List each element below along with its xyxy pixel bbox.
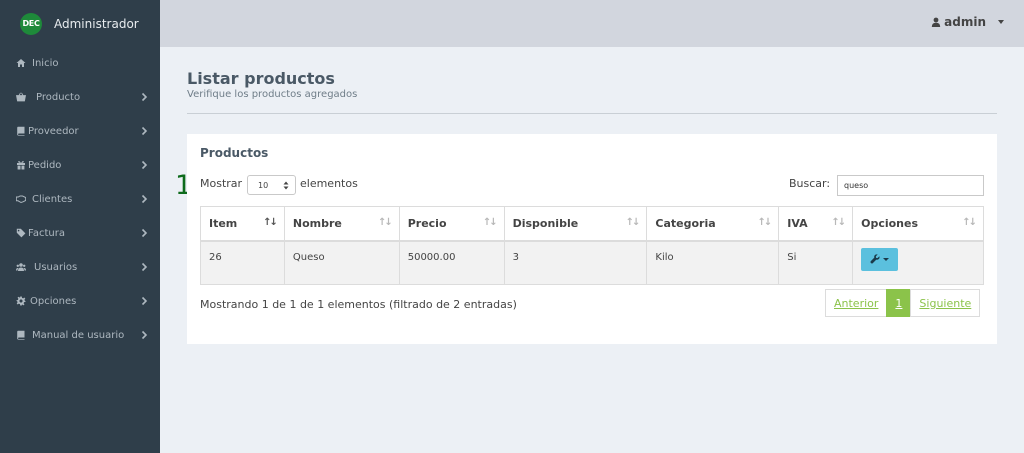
sort-icon: ↑↓ <box>962 217 977 228</box>
cell-iva: Si <box>778 240 854 285</box>
gift-icon <box>14 160 28 170</box>
page-length-select[interactable]: 10 <box>247 175 296 195</box>
products-table: Item ↑↓ Nombre ↑↓ Precio ↑↓ Disponible ↑↓ Ca… <box>200 206 984 285</box>
sidebar-item-proveedor[interactable]: Proveedor <box>0 120 160 142</box>
sidebar-item-factura[interactable]: Factura <box>0 222 160 244</box>
sidebar-item-usuarios[interactable]: Usuarios <box>0 256 160 278</box>
search-label: Buscar: <box>789 177 831 190</box>
sort-icon: ↑↓ <box>377 217 393 228</box>
caret-down-icon <box>998 20 1004 24</box>
book-icon <box>14 330 28 340</box>
sidebar-item-label: Pedido <box>28 159 62 171</box>
sidebar-item-opciones[interactable]: Opciones <box>0 290 160 312</box>
book-icon <box>14 126 28 136</box>
column-header-nombre[interactable]: Nombre ↑↓ <box>283 206 400 242</box>
sort-arrows-icon <box>283 181 289 190</box>
user-name: admin <box>944 15 986 29</box>
chevron-right-icon <box>138 91 150 103</box>
sort-icon: ↑↓ <box>625 217 641 228</box>
chevron-right-icon <box>138 329 150 341</box>
length-label: Mostrar <box>200 177 243 190</box>
sidebar-item-label: Producto <box>36 91 81 103</box>
cell-precio: 50000.00 <box>398 240 505 285</box>
table-info: Mostrando 1 de 1 de 1 elementos (filtrad… <box>200 298 517 311</box>
chevron-right-icon <box>138 125 150 137</box>
page-length-value: 10 <box>258 180 269 190</box>
brand-logo: DEC <box>20 12 42 35</box>
top-navbar: admin <box>160 0 1024 47</box>
chevron-right-icon <box>138 227 150 239</box>
sidebar-item-pedido[interactable]: Pedido <box>0 154 160 176</box>
sidebar-item-label: Opciones <box>30 295 77 307</box>
cell-opciones <box>852 240 984 285</box>
user-icon <box>931 17 941 27</box>
sort-icon: ↑↓ <box>482 217 498 228</box>
sidebar-item-label: Inicio <box>32 57 59 69</box>
sidebar-item-label: Clientes <box>32 193 73 205</box>
page-title: Listar productos <box>187 69 335 88</box>
column-header-categoria[interactable]: Categoria ↑↓ <box>646 206 780 242</box>
sidebar: DEC Administrador Inicio Producto Provee… <box>0 0 160 453</box>
pagination: Anterior 1 Siguiente <box>825 289 981 317</box>
sidebar-item-producto[interactable]: Producto <box>0 86 160 108</box>
sort-asc-icon: ↑↓ <box>263 217 278 228</box>
chevron-right-icon <box>138 159 150 171</box>
users-icon <box>14 262 28 272</box>
sidebar-item-label: Manual de usuario <box>32 329 125 341</box>
sidebar-item-inicio[interactable]: Inicio <box>0 52 160 74</box>
sidebar-item-label: Proveedor <box>28 125 79 137</box>
sidebar-item-manual-de-usuario[interactable]: Manual de usuario <box>0 324 160 346</box>
gear-icon <box>14 296 28 306</box>
sort-icon: ↑↓ <box>757 217 772 228</box>
chevron-right-icon <box>138 295 150 307</box>
chevron-right-icon <box>138 261 150 273</box>
cell-item: 26 <box>200 240 285 285</box>
divider <box>187 113 997 114</box>
pagination-page-1[interactable]: 1 <box>886 289 912 317</box>
tag-icon <box>14 228 28 238</box>
brand[interactable]: DEC Administrador <box>0 0 160 47</box>
home-icon <box>14 58 28 68</box>
page-subtitle: Verifique los productos agregados <box>187 89 358 100</box>
sidebar-item-clientes[interactable]: Clientes <box>0 188 160 210</box>
table-row: 26 Queso 50000.00 3 Kilo Si <box>200 240 984 285</box>
options-dropdown-button[interactable] <box>861 247 899 271</box>
column-header-opciones[interactable]: Opciones ↑↓ <box>852 206 984 242</box>
handshake-icon <box>14 194 28 204</box>
search-input[interactable] <box>837 175 984 196</box>
cell-categoria: Kilo <box>646 240 780 285</box>
table-header-row: Item ↑↓ Nombre ↑↓ Precio ↑↓ Disponible ↑↓ Ca… <box>200 206 984 242</box>
column-header-item[interactable]: Item ↑↓ <box>200 206 285 242</box>
products-box: Productos Mostrar 10 elementos Buscar: I… <box>187 134 997 344</box>
caret-down-icon <box>883 257 890 261</box>
column-header-iva[interactable]: IVA ↑↓ <box>778 206 854 242</box>
cell-nombre: Queso <box>283 240 400 285</box>
column-header-precio[interactable]: Precio ↑↓ <box>398 206 505 242</box>
sidebar-item-label: Factura <box>28 227 65 239</box>
sidebar-item-label: Usuarios <box>34 261 78 273</box>
basket-icon <box>14 92 28 102</box>
sort-icon: ↑↓ <box>831 217 846 228</box>
length-after-label: elementos <box>300 177 358 190</box>
pagination-prev[interactable]: Anterior <box>825 289 888 317</box>
box-title: Productos <box>200 146 269 160</box>
column-header-disponible[interactable]: Disponible ↑↓ <box>503 206 648 242</box>
user-menu[interactable]: admin <box>931 15 1004 29</box>
brand-name: Administrador <box>54 16 139 31</box>
wrench-icon <box>870 254 880 264</box>
cell-disponible: 3 <box>503 240 648 285</box>
pagination-next[interactable]: Siguiente <box>910 289 981 317</box>
chevron-right-icon <box>138 193 150 205</box>
